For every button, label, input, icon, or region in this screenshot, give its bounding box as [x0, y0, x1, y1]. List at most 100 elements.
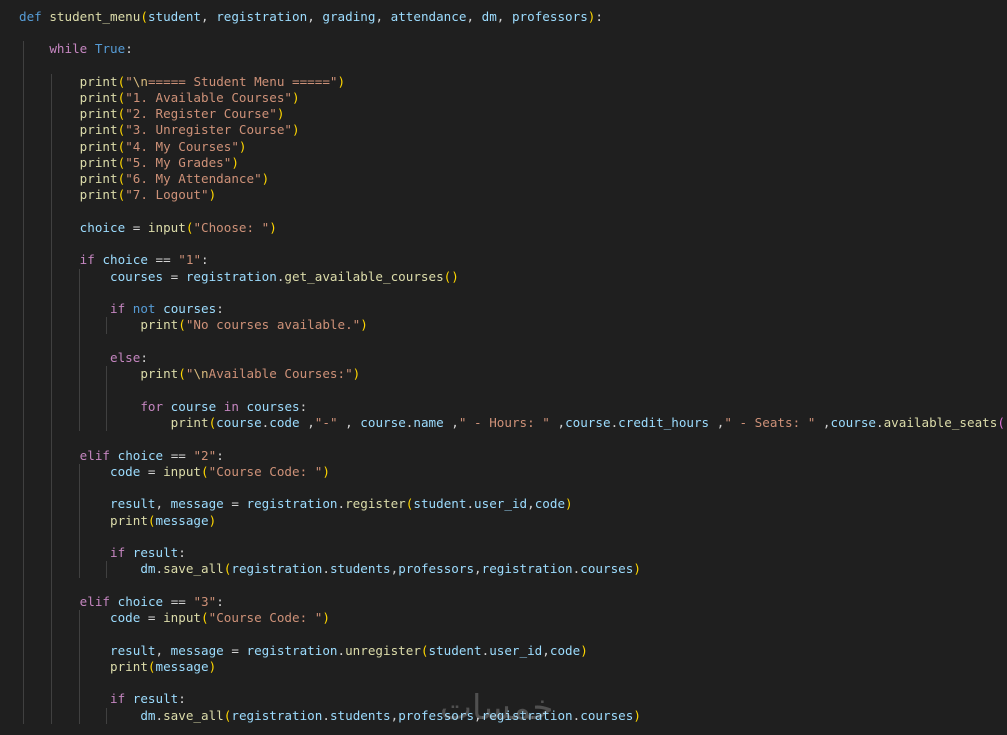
code-token: "4. My Courses"	[125, 138, 239, 154]
code-line[interactable]: code = input("Course Code: ")	[19, 610, 330, 626]
code-token: attendance	[390, 8, 467, 24]
code-token: (	[201, 463, 209, 479]
code-token: students	[329, 561, 391, 577]
code-line[interactable]: courses = registration.get_available_cou…	[19, 269, 459, 285]
code-token: in	[223, 398, 239, 414]
code-token: )	[633, 561, 641, 577]
code-token: (	[178, 366, 186, 382]
code-line[interactable]: if result:	[19, 691, 186, 707]
code-line[interactable]: print(message)	[19, 659, 216, 675]
code-token: input	[163, 463, 202, 479]
code-token: not	[132, 301, 156, 317]
code-line[interactable]: print("No courses available.")	[19, 317, 368, 333]
indent-guide	[23, 41, 24, 724]
code-token: if	[110, 545, 126, 561]
code-token: .	[322, 561, 330, 577]
code-token: .	[466, 496, 475, 512]
code-token: .	[337, 642, 346, 658]
code-token: print	[79, 106, 118, 122]
code-line[interactable]: print("4. My Courses")	[19, 139, 247, 155]
code-token: .	[155, 707, 164, 723]
code-token: )	[269, 219, 277, 235]
code-token: ()	[443, 268, 459, 284]
indent-guide	[78, 463, 80, 578]
code-token: course	[170, 398, 217, 414]
code-token: student	[428, 642, 482, 658]
code-token: result	[110, 642, 156, 658]
code-token: ,	[815, 415, 831, 430]
code-token: user_id	[474, 496, 528, 512]
code-token: elif	[79, 447, 111, 463]
code-line[interactable]: result, message = registration.unregiste…	[19, 643, 588, 659]
code-token: course	[565, 415, 611, 430]
code-token: print	[79, 187, 118, 203]
code-token: )	[261, 171, 270, 187]
code-line[interactable]: elif choice == "2":	[19, 448, 224, 464]
code-token: student	[413, 496, 467, 512]
code-line[interactable]: choice = input("Choose: ")	[19, 220, 277, 236]
code-token: else	[110, 349, 141, 365]
code-line[interactable]: print("5. My Grades")	[19, 155, 239, 171]
code-token: .	[322, 707, 330, 723]
code-token: registration	[185, 268, 277, 284]
code-token: )	[292, 122, 300, 138]
code-line[interactable]: print("1. Available Courses")	[19, 90, 300, 106]
code-token: :	[178, 545, 186, 561]
code-line[interactable]: print("7. Logout")	[19, 187, 217, 203]
code-token: student_menu	[49, 8, 141, 24]
code-line[interactable]: result, message = registration.register(…	[19, 496, 573, 512]
code-line[interactable]: print("2. Register Course")	[19, 106, 285, 122]
code-line[interactable]: else:	[19, 350, 148, 366]
code-token: "	[125, 73, 133, 89]
code-token: :	[201, 252, 209, 268]
code-token: :	[216, 593, 224, 609]
code-line[interactable]: print("3. Unregister Course")	[19, 122, 300, 138]
code-token: def	[19, 8, 42, 24]
code-token: print	[140, 366, 179, 382]
watermark: خمسات	[440, 688, 554, 728]
code-token: )	[633, 707, 641, 723]
code-token: print	[79, 122, 118, 138]
code-line[interactable]: print("\n===== Student Menu =====")	[19, 74, 345, 90]
code-token: choice	[117, 593, 164, 609]
code-line[interactable]: for course in courses:	[19, 399, 307, 415]
code-line[interactable]: print("6. My Attendance")	[19, 171, 270, 187]
code-line[interactable]: if choice == "1":	[19, 252, 209, 268]
code-line[interactable]: if result:	[19, 545, 186, 561]
code-line[interactable]: print(course.code ,"-" , course.name ," …	[19, 415, 1007, 431]
code-line[interactable]: while True:	[19, 41, 133, 57]
code-line[interactable]: if not courses:	[19, 301, 224, 317]
code-editor[interactable]: def student_menu(student, registration, …	[0, 0, 1007, 735]
code-token: :	[216, 301, 224, 317]
code-token: register	[345, 496, 406, 512]
code-token: :	[125, 41, 133, 57]
code-line[interactable]: elif choice == "3":	[19, 594, 224, 610]
code-token: :	[178, 691, 186, 707]
code-token: student	[147, 8, 202, 24]
indent-guide	[78, 610, 80, 724]
code-line[interactable]: print("\nAvailable Courses:")	[19, 366, 360, 382]
code-token: =	[140, 463, 164, 479]
code-token: ,	[201, 8, 217, 24]
code-line[interactable]: print(message)	[19, 513, 216, 529]
code-token: ,	[709, 415, 725, 430]
code-token: if	[110, 301, 126, 317]
code-token: "1. Available Courses"	[125, 89, 292, 105]
code-line[interactable]: code = input("Course Code: ")	[19, 464, 330, 480]
code-line[interactable]: def student_menu(student, registration, …	[19, 9, 603, 25]
code-token: )	[352, 366, 361, 382]
code-token: )	[238, 138, 247, 154]
code-token: code	[269, 415, 300, 430]
code-line[interactable]: dm.save_all(registration.students,profes…	[19, 561, 641, 577]
